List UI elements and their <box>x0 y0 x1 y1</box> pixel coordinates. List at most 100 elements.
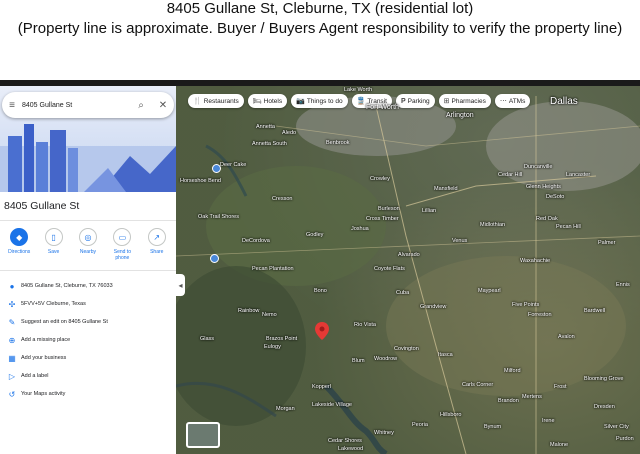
map-label-venus: Venus <box>452 238 468 244</box>
map-label-pecan-hill: Pecan Hill <box>556 224 581 230</box>
map-label-annetta-south: Annetta South <box>252 141 287 147</box>
map-label-coyote-flats: Coyote Flats <box>374 266 405 272</box>
map-label-red-oak: Red Oak <box>536 216 558 222</box>
chip-label: ATMs <box>508 97 526 105</box>
send-to-phone-button[interactable]: ▭ Send to phone <box>107 228 137 261</box>
map-label-aledo: Aledo <box>282 130 297 136</box>
map-label-godley: Godley <box>306 232 324 238</box>
map-label-grandview: Grandview <box>420 304 447 310</box>
nearby-icon: ◎ <box>78 228 97 246</box>
camera-icon: 📷 <box>296 98 305 105</box>
map-label-kopperl: Kopperl <box>312 384 331 390</box>
map-label-blooming-grove: Blooming Grove <box>584 376 624 382</box>
place-details-list: ● 8405 Gullane St, Cleburne, TX 76033 ✣ … <box>0 277 176 403</box>
label-icon: ▷ <box>8 371 16 381</box>
map-label-dallas: Dallas <box>550 96 578 107</box>
map-label-benbrook: Benbrook <box>326 140 350 146</box>
share-button[interactable]: ↗ Share <box>142 228 172 261</box>
map-label-lillian: Lillian <box>422 208 437 214</box>
restaurant-icon: 🍴 <box>193 98 202 105</box>
location-pin-icon[interactable] <box>315 322 329 340</box>
map-label-carls-corner: Carls Corner <box>462 382 494 388</box>
map-label-cross-timber: Cross Timber <box>366 216 399 222</box>
add-business-row[interactable]: ▦ Add your business <box>0 349 176 367</box>
map-label-whitney: Whitney <box>374 430 394 436</box>
map-label-joshua: Joshua <box>351 226 369 232</box>
action-label: Send to phone <box>113 249 131 261</box>
add-place-icon: ⊕ <box>8 335 16 345</box>
map-label-dresden: Dresden <box>594 404 615 410</box>
map-label-lakeside-village: Lakeside Village <box>312 402 352 408</box>
transit-icon: 🚆 <box>356 98 366 105</box>
plus-code-icon: ✣ <box>8 299 16 309</box>
map-label-deer-cake: Deer Cake <box>220 162 247 168</box>
map-label-malone: Malone <box>550 442 569 448</box>
suggest-edit-row[interactable]: ✎ Suggest an edit on 8405 Gullane St <box>0 313 176 331</box>
bookmark-icon: ▯ <box>44 228 63 246</box>
chip-things-to-do[interactable]: 📷 Things to do <box>291 94 348 108</box>
map-label-frost: Frost <box>554 384 567 390</box>
map-label-glass: Glass <box>200 336 215 342</box>
map-label-brazos-point: Brazos Point <box>266 336 298 342</box>
map-label-lake-worth: Lake Worth <box>344 87 373 93</box>
map-label-brandon: Brandon <box>498 398 519 404</box>
chip-restaurants[interactable]: 🍴 Restaurants <box>188 94 244 108</box>
nearby-button[interactable]: ◎ Nearby <box>73 228 103 261</box>
place-hero-image: ≡ 8405 Gullane St ⌕ ✕ <box>0 86 176 192</box>
map-label-nemo: Nemo <box>262 312 277 318</box>
map-label-pecan-plantation: Pecan Plantation <box>252 266 294 272</box>
chip-hotels[interactable]: 🛏 Hotels <box>247 94 288 108</box>
map-label-hillsboro: Hillsboro <box>440 412 462 418</box>
collapse-panel-button[interactable]: ◂ <box>176 274 185 296</box>
poi-marker[interactable] <box>212 164 221 173</box>
maps-activity-row[interactable]: ↺ Your Maps activity <box>0 385 176 403</box>
map-label-cresson: Cresson <box>272 196 293 202</box>
chip-pharmacies[interactable]: ⊞ Pharmacies <box>438 94 491 108</box>
layers-toggle-button[interactable] <box>186 422 220 448</box>
search-icon[interactable]: ⌕ <box>130 100 152 111</box>
satellite-map[interactable]: 🍴 Restaurants 🛏 Hotels 📷 Things to do 🚆 Tran… <box>176 86 640 454</box>
directions-button[interactable]: ◆ Directions <box>4 228 34 261</box>
map-label-ennis: Ennis <box>616 282 630 288</box>
map-label-five-points: Five Points <box>512 302 540 308</box>
map-label-mansfield: Mansfield <box>434 186 458 192</box>
map-label-cedar-hill: Cedar Hill <box>498 172 523 178</box>
poi-marker[interactable] <box>210 254 219 263</box>
chip-label: Hotels <box>263 97 283 105</box>
save-button[interactable]: ▯ Save <box>39 228 69 261</box>
map-label-eulogy: Eulogy <box>264 344 281 350</box>
plus-code-row[interactable]: ✣ 5FVV+5V Cleburne, Texas <box>0 295 176 313</box>
action-label: Nearby <box>79 249 97 255</box>
image-caption: 8405 Gullane St, Cleburne, TX (residenti… <box>0 0 640 80</box>
place-side-panel: ≡ 8405 Gullane St ⌕ ✕ 8405 Gullane St ◆ … <box>0 86 176 454</box>
action-buttons: ◆ Directions ▯ Save ◎ Nearby ▭ Send to p… <box>0 228 176 261</box>
map-label-purdon: Purdon <box>616 436 634 442</box>
add-label-row[interactable]: ▷ Add a label <box>0 367 176 385</box>
map-label-milford: Milford <box>504 368 521 374</box>
suggest-edit-text: Suggest an edit on 8405 Gullane St <box>21 319 108 325</box>
map-label-covington: Covington <box>394 346 419 352</box>
hamburger-menu-icon[interactable]: ≡ <box>2 100 22 111</box>
map-label-burleson: Burleson <box>378 206 400 212</box>
map-label-annetta: Annetta <box>256 124 275 130</box>
plus-code-text: 5FVV+5V Cleburne, Texas <box>21 301 86 307</box>
chip-parking[interactable]: P Parking <box>395 94 435 108</box>
place-title: 8405 Gullane St <box>4 200 80 212</box>
add-missing-place-row[interactable]: ⊕ Add a missing place <box>0 331 176 349</box>
directions-icon: ◆ <box>10 228 29 246</box>
satellite-terrain <box>176 86 640 454</box>
map-label-avalon: Avalon <box>558 334 575 340</box>
map-label-morgan: Morgan <box>276 406 295 412</box>
close-icon[interactable]: ✕ <box>152 100 174 111</box>
hotel-icon: 🛏 <box>252 98 262 105</box>
history-icon: ↺ <box>8 389 16 399</box>
address-row[interactable]: ● 8405 Gullane St, Cleburne, TX 76033 <box>0 277 176 295</box>
map-label-rio-vista: Rio Vista <box>354 322 376 328</box>
map-label-decordova: DeCordova <box>242 238 270 244</box>
search-box[interactable]: ≡ 8405 Gullane St ⌕ ✕ <box>2 92 174 118</box>
map-label-bardwell: Bardwell <box>584 308 606 314</box>
chip-atms[interactable]: ⋯ ATMs <box>494 94 531 108</box>
map-label-woodrow: Woodrow <box>374 356 398 362</box>
search-input[interactable]: 8405 Gullane St <box>22 102 130 109</box>
caption-line-2: (Property line is approximate. Buyer / B… <box>17 20 623 37</box>
